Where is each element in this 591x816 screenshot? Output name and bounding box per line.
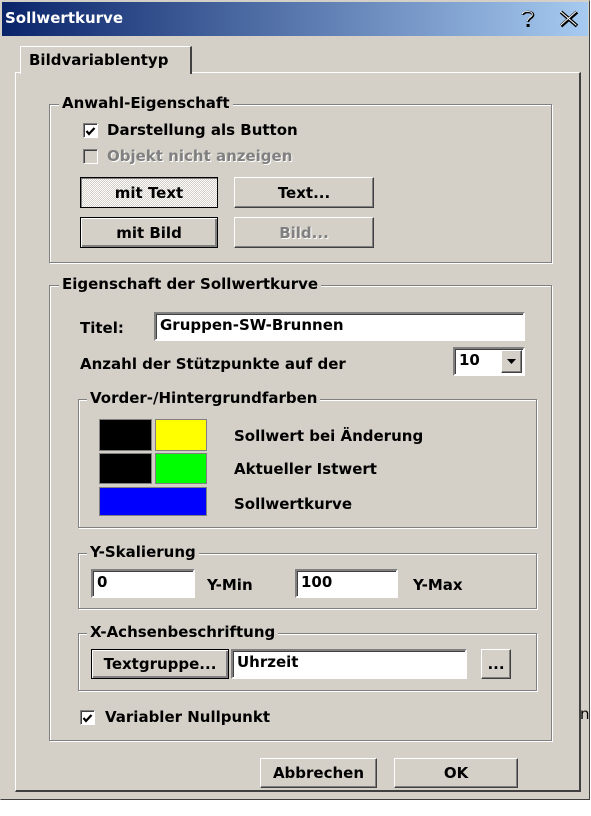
tab-bildvariablentyp[interactable]: Bildvariablentyp bbox=[20, 46, 192, 74]
setpoint-fg-swatch[interactable] bbox=[99, 419, 152, 451]
as-button-label: Darstellung als Button bbox=[107, 121, 298, 139]
browse-button[interactable]: ... bbox=[481, 649, 511, 679]
chevron-down-icon[interactable] bbox=[501, 350, 522, 373]
checkmark-icon bbox=[82, 714, 93, 723]
mit-text-button[interactable]: mit Text bbox=[80, 177, 218, 208]
ok-button[interactable]: OK bbox=[394, 758, 518, 788]
mit-bild-button[interactable]: mit Bild bbox=[80, 217, 218, 248]
yscale-group-label: Y-Skalierung bbox=[87, 543, 199, 561]
variable-zero-label: Variabler Nullpunkt bbox=[105, 708, 270, 726]
hide-object-checkbox[interactable] bbox=[83, 149, 98, 164]
text-button[interactable]: Text... bbox=[234, 177, 374, 208]
colors-group-label: Vorder-/Hintergrundfarben bbox=[87, 389, 321, 407]
curve-color-label: Sollwertkurve bbox=[234, 495, 352, 513]
title-bar[interactable]: Sollwertkurve bbox=[2, 2, 588, 36]
hide-object-label: Objekt nicht anzeigen bbox=[107, 147, 293, 165]
ymin-input[interactable]: 0 bbox=[91, 569, 195, 598]
textgroup-button[interactable]: Textgruppe... bbox=[91, 649, 229, 679]
actual-fg-swatch[interactable] bbox=[99, 453, 152, 484]
dialog-window: Sollwertkurve Bildvariablentyp Anwahl-Ei… bbox=[0, 0, 590, 800]
window-title: Sollwertkurve bbox=[5, 9, 123, 27]
help-icon[interactable] bbox=[514, 6, 542, 32]
xaxis-group-label: X-Achsenbeschriftung bbox=[87, 623, 279, 641]
ymax-input[interactable]: 100 bbox=[295, 569, 398, 598]
ymin-label: Y-Min bbox=[207, 576, 253, 594]
variable-zero-checkbox[interactable] bbox=[80, 710, 95, 725]
cancel-button[interactable]: Abbrechen bbox=[260, 758, 377, 788]
bild-button[interactable]: Bild... bbox=[234, 217, 374, 248]
title-label: Titel: bbox=[80, 319, 124, 337]
curve-color-swatch[interactable] bbox=[99, 487, 207, 516]
actual-bg-swatch[interactable] bbox=[155, 453, 207, 484]
xaxis-text-input[interactable]: Uhrzeit bbox=[231, 649, 467, 679]
actual-label: Aktueller Istwert bbox=[234, 460, 377, 478]
title-input[interactable]: Gruppen-SW-Brunnen bbox=[154, 312, 525, 341]
points-select[interactable]: 10 bbox=[453, 347, 525, 376]
curve-group-label: Eigenschaft der Sollwertkurve bbox=[59, 275, 322, 293]
setpoint-label: Sollwert bei Änderung bbox=[234, 427, 424, 445]
close-icon[interactable] bbox=[555, 6, 583, 32]
ymax-label: Y-Max bbox=[413, 576, 463, 594]
background-stray-text: n bbox=[580, 705, 590, 723]
selection-group-label: Anwahl-Eigenschaft bbox=[59, 94, 233, 112]
points-label: Anzahl der Stützpunkte auf der bbox=[80, 355, 346, 373]
checkmark-icon bbox=[85, 127, 96, 136]
as-button-checkbox[interactable] bbox=[83, 123, 98, 138]
points-value: 10 bbox=[459, 351, 480, 369]
setpoint-bg-swatch[interactable] bbox=[155, 419, 207, 451]
